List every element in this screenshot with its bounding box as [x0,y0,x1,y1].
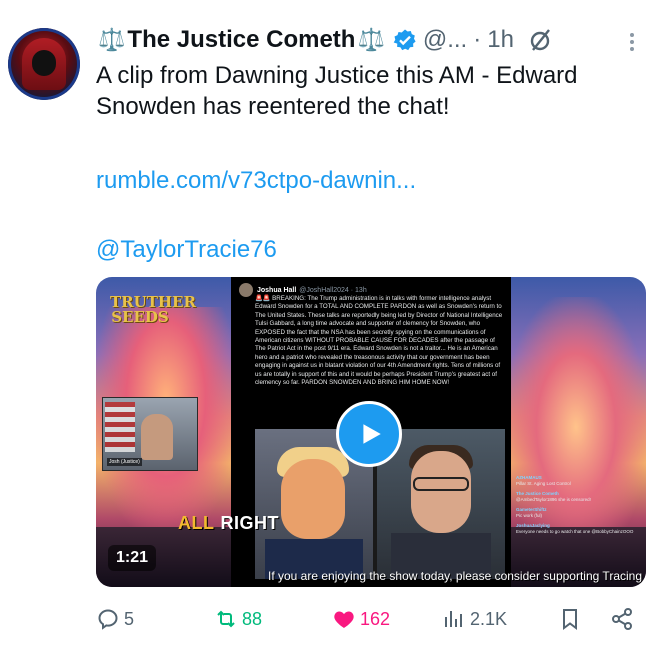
author-avatar[interactable] [8,28,80,100]
video-ticker: If you are enjoying the show today, plea… [268,569,643,583]
chat-message: GameterShiftz Pic work (ful) [516,507,638,519]
webcam-caption: Josh (Justice) [107,458,142,466]
live-chat: AZHAMAUS Pillar St. Aging Lost Control Th… [516,475,638,539]
chat-text: @AmbedTaylor1896 she is censored! [516,497,591,502]
verified-badge-icon [393,28,417,52]
chat-text: Pillar St. Aging Lost Control [516,481,571,486]
reply-icon [98,609,118,630]
speaker-right-glasses [413,477,469,491]
avatar-rim [8,28,80,100]
embedded-author: Joshua Hall [257,286,297,294]
post-time[interactable]: 1h [487,26,514,54]
share-icon [612,608,632,630]
tweet-actions: 5 88 162 2.1K [96,607,656,637]
views-icon [445,611,462,627]
author-display-name[interactable]: The Justice Cometh [127,26,355,54]
bookmark-button[interactable] [558,607,586,631]
tweet-text: A clip from Dawning Justice this AM - Ed… [96,62,578,120]
chat-user: AZHAMAUS [516,475,542,480]
flag-background [105,402,135,452]
show-brand-logo: TRUTHER SEEDS [110,293,196,326]
mention-link[interactable]: @TaylorTracie76 [96,236,277,264]
like-count: 162 [360,608,391,629]
repost-count: 88 [242,608,263,629]
reply-count: 5 [124,608,135,629]
video-caption: ALL RIGHT [178,513,279,534]
speaker-right-head [411,451,471,533]
more-icon[interactable] [622,30,642,54]
play-icon [363,424,381,444]
tweet-header: ⚖️ The Justice Cometh ⚖️ @... · 1h [96,26,554,54]
chat-user: JoshuaJaclying [516,523,550,528]
grok-icon[interactable] [528,27,554,53]
share-button[interactable] [610,607,638,631]
like-icon [334,611,354,628]
rumble-link[interactable]: rumble.com/v73ctpo-dawnin... [96,167,416,195]
chat-message: The Justice Cometh @AmbedTaylor1896 she i… [516,491,638,503]
separator-dot: · [473,26,482,53]
like-button[interactable]: 162 [332,607,390,631]
reply-button[interactable]: 5 [96,607,134,631]
chat-message: AZHAMAUS Pillar St. Aging Lost Control [516,475,638,487]
speaker-left-head [281,459,345,539]
views-count: 2.1K [470,608,508,629]
video-player[interactable]: TRUTHER SEEDS Josh (Justice) Joshua Hall… [96,277,646,587]
caption-word-1: ALL [178,513,215,533]
chat-text: Pic work (ful) [516,513,543,518]
repost-button[interactable]: 88 [214,607,262,631]
caption-word-2: RIGHT [220,513,279,533]
embedded-meta: @JoshHall2024 · 13h [299,286,367,294]
host-webcam: Josh (Justice) [102,397,198,471]
chat-user: GameterShiftz [516,507,547,512]
author-handle[interactable]: @... [423,26,467,54]
scale-emoji: ⚖️ [357,27,385,52]
bookmark-icon [563,609,577,630]
chat-message: JoshuaJaclying Everyone needs to go watch… [516,523,638,535]
views-button[interactable]: 2.1K [442,607,507,631]
host-figure [141,414,173,460]
embedded-avatar [239,283,253,297]
play-button[interactable] [336,401,402,467]
chat-text: Everyone needs to go watch that one @Bob… [516,529,634,534]
repost-icon [217,610,235,628]
scale-emoji: ⚖️ [98,27,126,52]
video-duration: 1:21 [108,545,157,571]
embedded-post-text: 🚨🚨 BREAKING: The Trump administration is… [255,295,503,387]
chat-user: The Justice Cometh [516,491,559,496]
